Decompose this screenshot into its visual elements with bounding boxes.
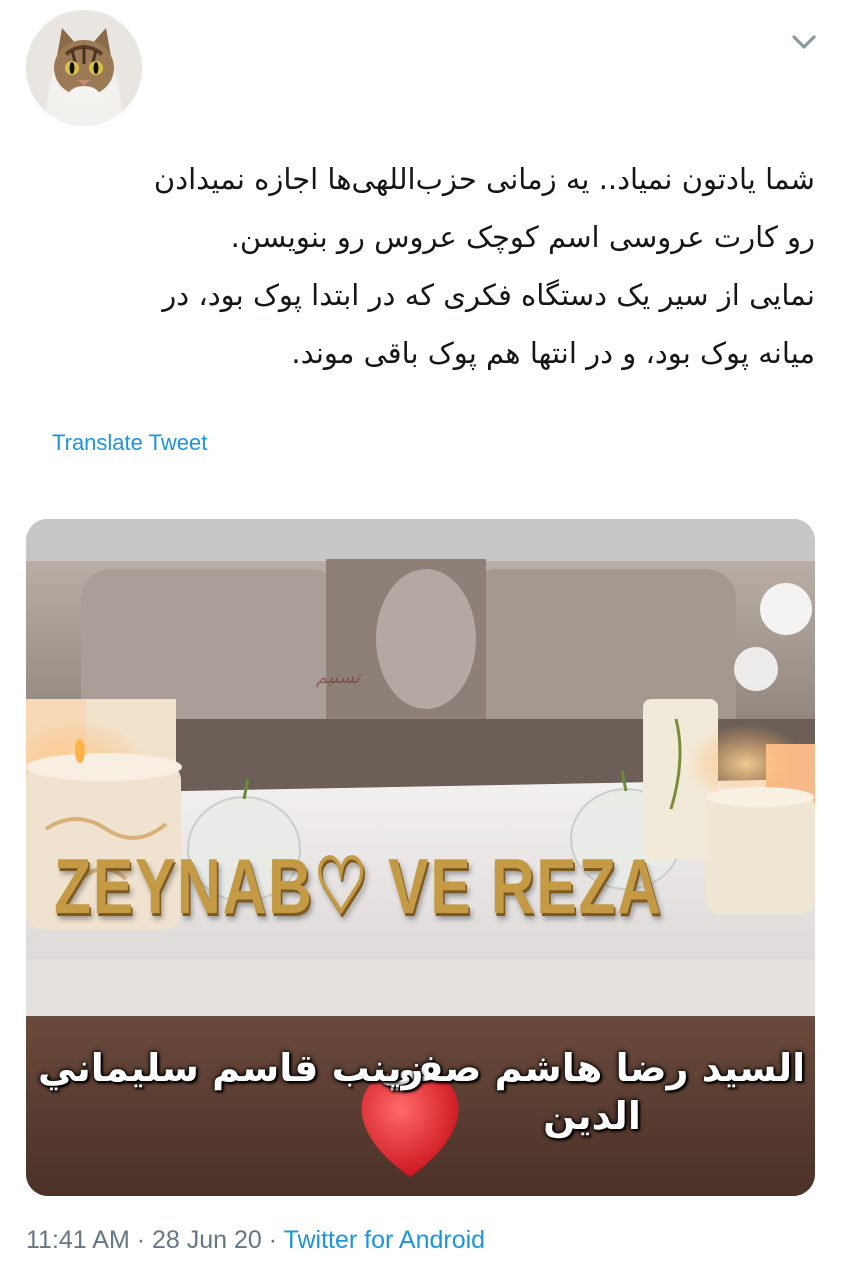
bride-caption: زينب قاسم سليماني [38,1046,424,1090]
tweet-time[interactable]: 11:41 AM [26,1226,130,1254]
tweet-line: نمایی از سیر یک دستگاه فکری که در ابتدا … [162,278,815,312]
meta-separator: · [261,1226,284,1254]
watermark-text: تسنیم [316,667,360,688]
avatar[interactable] [26,10,142,126]
tweet-line: رو کارت عروسی اسم کوچک عروس رو بنویسن. [230,220,815,254]
cat-avatar-icon [26,10,142,126]
tweet-media-image[interactable]: تسنیم ZEYNAB♡ VE REZA السيد رضا هاشم صفي… [26,519,815,1196]
translate-tweet-link[interactable]: Translate Tweet [52,430,207,456]
groom-caption: السيد رضا هاشم صفي الدين [378,1046,806,1138]
chevron-down-icon [792,35,816,49]
tweet-text: شما یادتون نمیاد.. یه زمانی حزب‌اللهی‌ها… [15,150,815,382]
tweet-line: میانه پوک بود، و در انتها هم پوک باقی مو… [291,336,815,370]
meta-separator: · [129,1226,152,1254]
tweet-source-link[interactable]: Twitter for Android [284,1226,485,1254]
candle-letters: ZEYNAB♡ VE REZA [54,842,663,930]
tweet-menu-button[interactable] [788,30,820,54]
tweet-line: شما یادتون نمیاد.. یه زمانی حزب‌اللهی‌ها… [153,162,815,196]
tweet-date[interactable]: 28 Jun 20 [152,1226,262,1254]
tweet-meta: 11:41 AM · 28 Jun 20 · Twitter for Andro… [26,1226,485,1255]
